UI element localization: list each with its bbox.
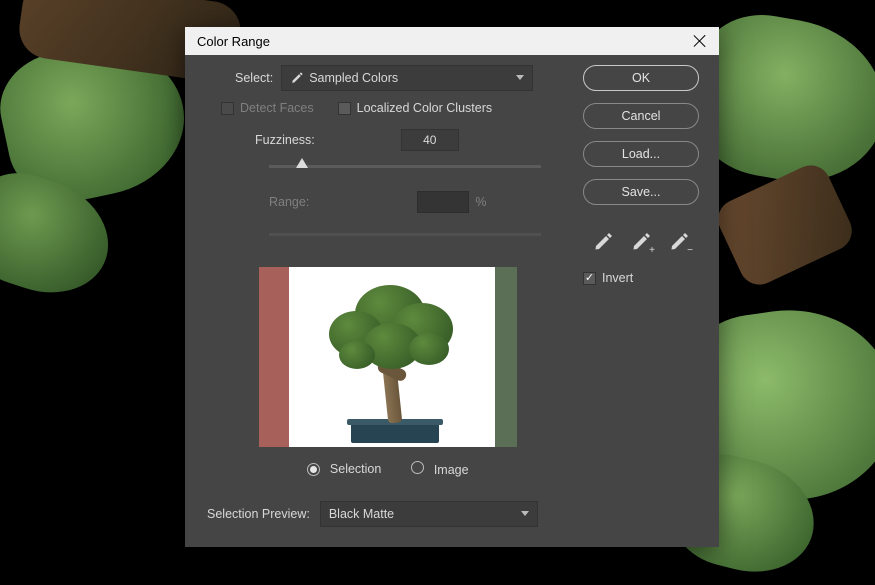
eyedropper-icon (290, 71, 304, 85)
fuzziness-slider[interactable] (269, 157, 541, 175)
radio-image-label: Image (434, 463, 469, 477)
preview-thumbnail (259, 267, 517, 447)
cancel-button[interactable]: Cancel (583, 103, 699, 129)
eyedropper-add-tool[interactable]: + (630, 231, 652, 253)
slider-thumb-icon[interactable] (296, 158, 308, 168)
selection-preview-value: Black Matte (329, 507, 394, 521)
invert-label: Invert (602, 271, 633, 285)
radio-icon[interactable] (307, 463, 320, 476)
fuzziness-input[interactable]: 40 (401, 129, 459, 151)
range-slider (269, 225, 541, 243)
save-button[interactable]: Save... (583, 179, 699, 205)
select-dropdown[interactable]: Sampled Colors (281, 65, 533, 91)
fuzziness-label: Fuzziness: (255, 133, 315, 147)
titlebar[interactable]: Color Range (185, 27, 719, 55)
invert-checkbox[interactable]: Invert (583, 271, 633, 285)
load-button[interactable]: Load... (583, 141, 699, 167)
range-label: Range: (269, 195, 309, 209)
chevron-down-icon (516, 75, 524, 80)
eyedropper-subtract-tool[interactable]: − (668, 231, 690, 253)
select-label: Select: (235, 71, 273, 85)
ok-button[interactable]: OK (583, 65, 699, 91)
detect-faces-checkbox: Detect Faces (221, 101, 314, 115)
localized-clusters-checkbox[interactable]: Localized Color Clusters (338, 101, 492, 115)
radio-selection-label: Selection (330, 462, 381, 476)
color-range-dialog: Color Range Select: Sampled Colors Detec… (185, 27, 719, 547)
selection-preview-dropdown[interactable]: Black Matte (320, 501, 538, 527)
localized-clusters-label: Localized Color Clusters (357, 101, 492, 115)
checkbox-icon[interactable] (338, 102, 351, 115)
radio-image[interactable]: Image (411, 461, 468, 477)
eyedropper-sample-tool[interactable] (592, 231, 614, 253)
radio-selection[interactable]: Selection (307, 462, 381, 476)
chevron-down-icon (521, 511, 529, 516)
radio-icon[interactable] (411, 461, 424, 474)
selection-preview-label: Selection Preview: (207, 507, 310, 521)
detect-faces-label: Detect Faces (240, 101, 314, 115)
checkbox-icon (221, 102, 234, 115)
range-input (417, 191, 469, 213)
dialog-title: Color Range (197, 34, 270, 49)
select-value: Sampled Colors (309, 71, 398, 85)
close-icon[interactable] (693, 34, 707, 48)
checkbox-icon[interactable] (583, 272, 596, 285)
range-unit: % (475, 195, 486, 209)
minus-icon: − (687, 245, 693, 256)
plus-icon: + (649, 245, 655, 256)
